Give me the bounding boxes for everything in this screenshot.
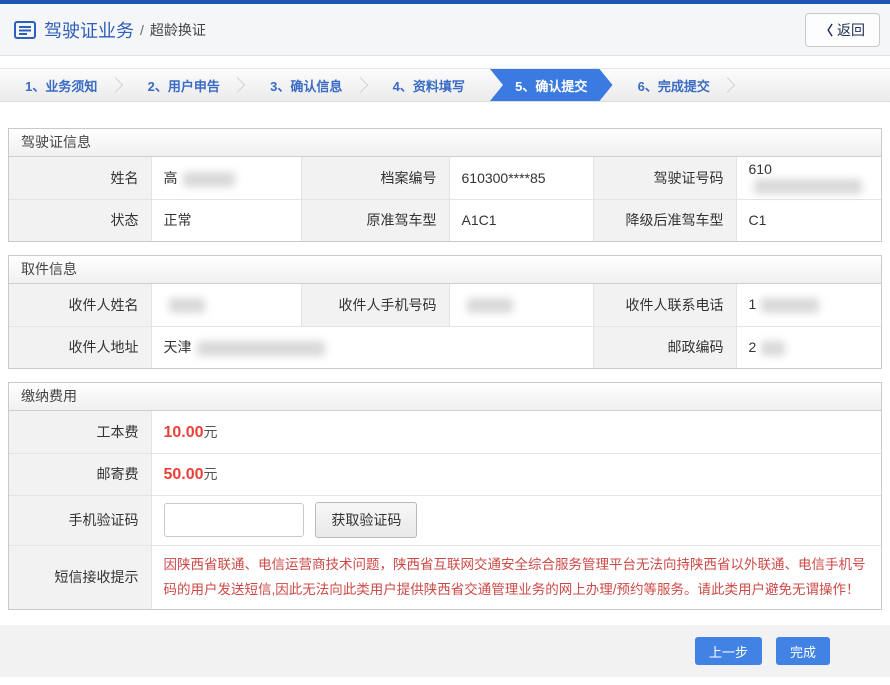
- page-header: 驾驶证业务 / 超龄换证 〈 返回: [0, 4, 890, 56]
- field-label: 工本费: [9, 411, 151, 453]
- fees-section: 缴纳费用 工本费 10.00元 邮寄费 50.00元 手机验证码 获取验证码 短…: [8, 382, 882, 610]
- table-row: 工本费 10.00元: [9, 411, 881, 453]
- back-chevron-icon: 〈: [820, 20, 833, 39]
- previous-step-button[interactable]: 上一步: [695, 637, 762, 665]
- field-label: 收件人手机号码: [301, 284, 449, 326]
- step-5-confirm-submit-active: 5、确认提交: [490, 69, 613, 101]
- step-label: 1、业务须知: [25, 76, 97, 95]
- field-value-recipient-mobile: [449, 284, 593, 326]
- step-3-confirm-info: 3、确认信息: [245, 69, 368, 101]
- table-row: 邮寄费 50.00元: [9, 453, 881, 495]
- step-4-fill-info: 4、资料填写: [368, 69, 491, 101]
- field-label: 档案编号: [301, 157, 449, 199]
- step-label: 6、完成提交: [638, 76, 710, 95]
- section-title: 取件信息: [9, 256, 881, 284]
- step-separator-icon: [352, 77, 368, 93]
- work-fee-amount: 10.00: [164, 424, 204, 441]
- field-value-postal-code: 2: [736, 326, 881, 368]
- sms-code-cell: 获取验证码: [151, 495, 881, 545]
- field-label: 姓名: [9, 157, 151, 199]
- table-row: 收件人姓名 收件人手机号码 收件人联系电话 1: [9, 284, 881, 326]
- field-value-recipient-name: [151, 284, 301, 326]
- field-value-work-fee: 10.00元: [151, 411, 881, 453]
- fees-table: 工本费 10.00元 邮寄费 50.00元 手机验证码 获取验证码 短信接收提示…: [9, 411, 881, 609]
- get-sms-code-button[interactable]: 获取验证码: [315, 502, 417, 538]
- step-label: 5、确认提交: [515, 76, 587, 95]
- step-label: 4、资料填写: [393, 76, 465, 95]
- table-row: 手机验证码 获取验证码: [9, 495, 881, 545]
- currency-unit: 元: [204, 424, 218, 440]
- back-button-label: 返回: [837, 20, 865, 40]
- step-1-business-notice: 1、业务须知: [0, 69, 123, 101]
- license-info-table: 姓名 高 档案编号 610300****85 驾驶证号码 610 状态 正常 原…: [9, 157, 881, 241]
- license-service-icon: [14, 21, 36, 39]
- sms-code-input[interactable]: [164, 503, 304, 537]
- field-label: 驾驶证号码: [593, 157, 736, 199]
- step-label: 3、确认信息: [270, 76, 342, 95]
- field-value-downgraded-class: C1: [736, 199, 881, 241]
- field-label: 手机验证码: [9, 495, 151, 545]
- footer-action-bar: 上一步 完成: [0, 625, 890, 677]
- table-row: 收件人地址 天津 邮政编码 2: [9, 326, 881, 368]
- field-value-recipient-address: 天津: [151, 326, 593, 368]
- field-value-status: 正常: [151, 199, 301, 241]
- table-row: 姓名 高 档案编号 610300****85 驾驶证号码 610: [9, 157, 881, 199]
- field-label: 邮寄费: [9, 453, 151, 495]
- back-button[interactable]: 〈 返回: [805, 13, 880, 47]
- step-separator-icon: [230, 77, 246, 93]
- sms-notice-text: 因陕西省联通、电信运营商技术问题，陕西省互联网交通安全综合服务管理平台无法向持陕…: [164, 546, 882, 608]
- breadcrumb-separator: /: [140, 22, 144, 38]
- currency-unit: 元: [204, 466, 218, 482]
- license-info-section: 驾驶证信息 姓名 高 档案编号 610300****85 驾驶证号码 610 状…: [8, 128, 882, 242]
- field-label: 收件人姓名: [9, 284, 151, 326]
- page-title: 驾驶证业务: [44, 17, 134, 43]
- field-value-file-number: 610300****85: [449, 157, 593, 199]
- field-label: 原准驾车型: [301, 199, 449, 241]
- mail-fee-amount: 50.00: [164, 466, 204, 483]
- field-label: 降级后准驾车型: [593, 199, 736, 241]
- step-separator-icon: [107, 77, 123, 93]
- pickup-info-table: 收件人姓名 收件人手机号码 收件人联系电话 1 收件人地址 天津 邮政编码 2: [9, 284, 881, 368]
- pickup-info-section: 取件信息 收件人姓名 收件人手机号码 收件人联系电话 1 收件人地址 天津 邮政…: [8, 255, 882, 369]
- table-row: 状态 正常 原准驾车型 A1C1 降级后准驾车型 C1: [9, 199, 881, 241]
- step-wizard: 1、业务须知 2、用户申告 3、确认信息 4、资料填写 5、确认提交 6、完成提…: [0, 68, 890, 102]
- step-label: 2、用户申告: [148, 76, 220, 95]
- section-title: 缴纳费用: [9, 383, 881, 411]
- field-label: 收件人地址: [9, 326, 151, 368]
- field-value-name: 高: [151, 157, 301, 199]
- redacted-blob: [754, 179, 862, 194]
- field-label: 邮政编码: [593, 326, 736, 368]
- field-label: 状态: [9, 199, 151, 241]
- field-value-recipient-phone: 1: [736, 284, 881, 326]
- field-value-license-number: 610: [736, 157, 881, 199]
- field-label: 收件人联系电话: [593, 284, 736, 326]
- finish-button[interactable]: 完成: [776, 637, 830, 665]
- step-2-user-declaration: 2、用户申告: [123, 69, 246, 101]
- redacted-blob: [169, 298, 205, 313]
- step-separator-icon: [720, 77, 736, 93]
- redacted-blob: [183, 172, 235, 187]
- redacted-blob: [761, 341, 785, 356]
- sms-notice-cell: 因陕西省联通、电信运营商技术问题，陕西省互联网交通安全综合服务管理平台无法向持陕…: [151, 545, 881, 609]
- redacted-blob: [761, 298, 819, 313]
- table-row: 短信接收提示 因陕西省联通、电信运营商技术问题，陕西省互联网交通安全综合服务管理…: [9, 545, 881, 609]
- step-6-complete-submit: 6、完成提交: [613, 69, 736, 101]
- field-value-mail-fee: 50.00元: [151, 453, 881, 495]
- page-subtitle: 超龄换证: [150, 20, 206, 40]
- field-label: 短信接收提示: [9, 545, 151, 609]
- section-title: 驾驶证信息: [9, 129, 881, 157]
- field-value-original-class: A1C1: [449, 199, 593, 241]
- redacted-blob: [197, 341, 325, 356]
- redacted-blob: [467, 298, 513, 313]
